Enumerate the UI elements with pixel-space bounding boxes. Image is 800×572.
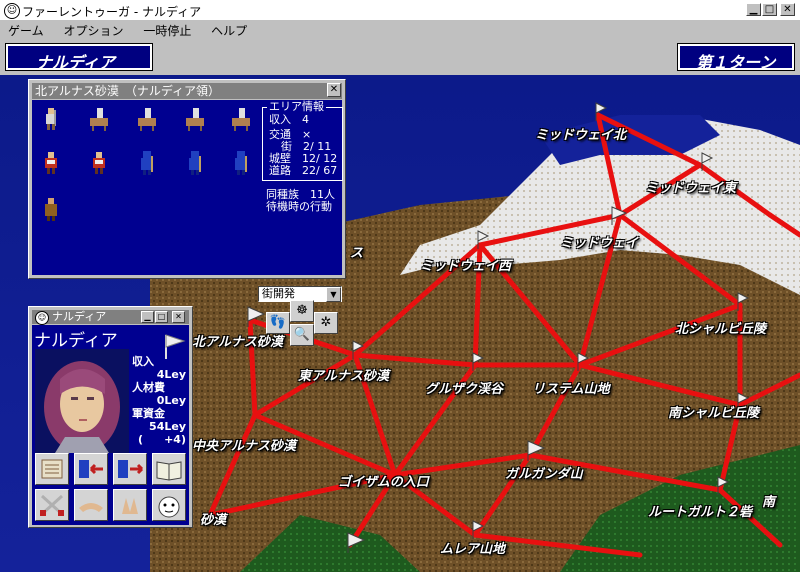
menu-help[interactable]: ヘルプ — [203, 20, 255, 41]
map-location[interactable]: ゴイザムの入口 — [338, 471, 429, 490]
swords-icon[interactable] — [35, 489, 69, 521]
map-location[interactable]: 南 — [762, 491, 775, 510]
char-name: ナルディア — [34, 331, 118, 351]
char-window-icon: ☺ — [35, 311, 49, 325]
face-icon[interactable] — [152, 489, 186, 521]
window-title: ファーレントゥーガ - ナルディア — [22, 5, 202, 19]
unit-sprite[interactable] — [40, 150, 62, 176]
move-out-icon[interactable] — [113, 453, 147, 485]
menu-pause[interactable]: 一時停止 — [135, 20, 199, 41]
map-location[interactable]: 中央アルナス砂漠 — [192, 435, 296, 454]
footprint-icon[interactable]: 👣 — [266, 312, 290, 334]
book-icon[interactable] — [152, 453, 186, 485]
unit-sprite[interactable] — [184, 150, 206, 176]
unit-sprite[interactable] — [184, 106, 206, 132]
unit-sprite[interactable] — [40, 196, 62, 222]
area-close-button[interactable]: ✕ — [327, 83, 341, 97]
maximize-button[interactable]: □ — [762, 3, 777, 16]
character-window: ☺ ナルディア ▁ □ ✕ ナルディア 収入 4Ley 人材費 0Ley 軍資金… — [28, 306, 193, 528]
map-location[interactable]: ス — [350, 242, 363, 261]
map-location[interactable]: 北シャルビ丘陵 — [675, 318, 766, 337]
map-location[interactable]: ガルガンダ山 — [505, 463, 583, 482]
map-location[interactable]: 南シャルビ丘陵 — [668, 402, 759, 421]
turn-counter: 第１ターン — [677, 43, 795, 72]
map-location[interactable]: 砂漠 — [200, 509, 226, 528]
unit-sprite[interactable] — [230, 106, 252, 132]
unit-sprite[interactable] — [136, 150, 158, 176]
magnifier-icon[interactable]: 🔍 — [290, 324, 314, 346]
road-label: 道路 — [269, 164, 291, 177]
unit-sprite[interactable] — [88, 150, 110, 176]
map-location[interactable]: 東アルナス砂漠 — [298, 365, 389, 384]
title-bar: ☺ ファーレントゥーガ - ナルディア ▁ □ ✕ — [0, 0, 800, 20]
area-window: 北アルナス砂漠 （ナルディア領） ✕ エリア情報 収入 4 交通 × 街 2/ … — [28, 79, 346, 346]
personnel-label: 人材費 — [132, 381, 165, 394]
scroll-icon[interactable] — [35, 453, 69, 485]
road-value: 22/ 67 — [302, 164, 338, 177]
unit-sprite[interactable] — [230, 150, 252, 176]
area-window-body: エリア情報 収入 4 交通 × 街 2/ 11 城壁 12/ 12 道路 22/… — [32, 100, 343, 346]
pray-icon[interactable] — [113, 489, 147, 521]
area-info-title: エリア情報 — [267, 100, 326, 113]
status-header: ナルディア 第１ターン — [0, 39, 800, 75]
map-location[interactable]: ルートガルト２砦 — [648, 501, 752, 520]
funds-delta: +4) — [164, 433, 186, 446]
area-window-title: 北アルナス砂漠 （ナルディア領） — [32, 83, 342, 99]
char-maximize-button[interactable]: □ — [155, 311, 168, 323]
unit-sprite[interactable] — [88, 106, 110, 132]
standby-label: 待機時の行動 — [266, 200, 332, 213]
standby-select-value: 街開発 — [262, 287, 295, 300]
unit-group-icon[interactable]: ☸ — [290, 300, 314, 322]
map-location[interactable]: グルザク渓谷 — [425, 378, 503, 397]
unit-sprite[interactable] — [136, 106, 158, 132]
map-location[interactable]: ミッドウェイ北 — [535, 124, 626, 143]
map-location[interactable]: リステム山地 — [532, 378, 610, 397]
minimize-button[interactable]: ▁ — [746, 3, 761, 16]
funds-delta-paren: ( — [138, 433, 144, 446]
char-minimize-button[interactable]: ▁ — [141, 311, 154, 323]
move-in-icon[interactable] — [74, 453, 108, 485]
char-close-button[interactable]: ✕ — [172, 311, 185, 323]
menu-game[interactable]: ゲーム — [0, 20, 52, 41]
char-window-title: ナルディア — [52, 310, 107, 323]
char-income-value: 4Ley — [156, 368, 186, 381]
funds-value: 54Ley — [149, 420, 186, 433]
handshake-icon[interactable] — [74, 489, 108, 521]
unit-sprite[interactable] — [40, 106, 62, 132]
menu-bar: ゲーム オプション 一時停止 ヘルプ — [0, 20, 800, 39]
char-window-body: ナルディア 収入 4Ley 人材費 0Ley 軍資金 54Ley (+4) — [32, 325, 189, 525]
income-label: 収入 — [269, 113, 291, 126]
income-value: 4 — [302, 113, 309, 126]
menu-options[interactable]: オプション — [55, 20, 131, 41]
map-location[interactable]: ミッドウェイ東 — [645, 177, 736, 196]
personnel-value: 0Ley — [156, 394, 186, 407]
char-portrait[interactable] — [35, 349, 129, 453]
close-button[interactable]: ✕ — [780, 3, 795, 16]
map-location[interactable]: ミッドウェイ西 — [420, 255, 511, 274]
chevron-down-icon[interactable]: ▼ — [326, 287, 341, 302]
map-location[interactable]: ムレア山地 — [440, 538, 505, 557]
char-income-label: 収入 — [132, 355, 154, 368]
funds-label: 軍資金 — [132, 407, 165, 420]
area-info-panel: エリア情報 収入 4 交通 × 街 2/ 11 城壁 12/ 12 道路 22/… — [262, 100, 343, 213]
dismiss-icon[interactable]: ✲ — [314, 312, 338, 334]
map-location[interactable]: ミッドウェイ — [560, 232, 638, 251]
nation-name: ナルディア — [5, 43, 153, 72]
app-icon[interactable]: ☺ — [4, 3, 20, 19]
